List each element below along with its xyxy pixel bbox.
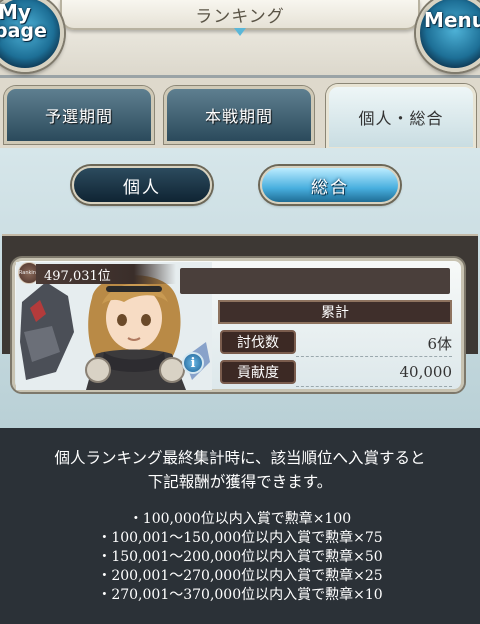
tab-label: 予選期間: [44, 107, 113, 126]
list-item: ・270,001～370,000位以内入賞で勲章×10: [97, 587, 383, 603]
individual-button[interactable]: 個人: [72, 166, 212, 204]
reward-list: ・100,000位以内入賞で勲章×100 ・100,001～150,000位以内…: [0, 510, 480, 605]
description-line: 下記報酬が獲得できます。: [147, 473, 333, 491]
total-header: 累計: [218, 300, 452, 324]
info-icon[interactable]: i: [182, 352, 204, 374]
kills-label-box: 討伐数: [220, 330, 296, 354]
page-title: ランキング: [195, 7, 285, 27]
divider: [296, 386, 452, 387]
rank-value: 497,031位: [44, 269, 111, 284]
player-name-bar: [180, 268, 450, 294]
contribution-label-box: 貢献度: [220, 360, 296, 384]
kills-label: 討伐数: [237, 335, 279, 351]
list-item: ・100,001～150,000位以内入賞で勲章×75: [97, 530, 383, 546]
divider: [296, 356, 452, 357]
menu-label: Menu: [424, 8, 480, 32]
list-item: ・100,000位以内入賞で勲章×100: [128, 511, 352, 527]
tab-finals[interactable]: 本戦期間: [164, 86, 314, 144]
contribution-value: 40,000: [399, 363, 453, 381]
tab-individual-overall[interactable]: 個人・総合: [326, 84, 476, 150]
overall-button[interactable]: 総合: [260, 166, 400, 204]
contribution-label: 貢献度: [237, 365, 279, 381]
total-label: 累計: [321, 305, 349, 321]
kills-value: 6体: [427, 335, 452, 353]
mypage-label-top: My: [0, 0, 31, 24]
description-line: 個人ランキング最終集計時に、該当順位へ入賞すると: [54, 449, 426, 467]
mypage-label-bottom: page: [0, 20, 47, 42]
title-gem-icon: [234, 28, 246, 36]
reward-description: 個人ランキング最終集計時に、該当順位へ入賞すると 下記報酬が獲得できます。: [0, 446, 480, 494]
list-item: ・200,001～270,000位以内入賞で勲章×25: [97, 568, 383, 584]
overall-label: 総合: [311, 177, 349, 198]
tab-preliminary[interactable]: 予選期間: [4, 86, 154, 144]
tab-label: 本戦期間: [204, 107, 273, 126]
list-item: ・150,001～200,000位以内入賞で勲章×50: [97, 549, 383, 565]
individual-label: 個人: [123, 177, 161, 198]
tab-label: 個人・総合: [358, 109, 444, 128]
